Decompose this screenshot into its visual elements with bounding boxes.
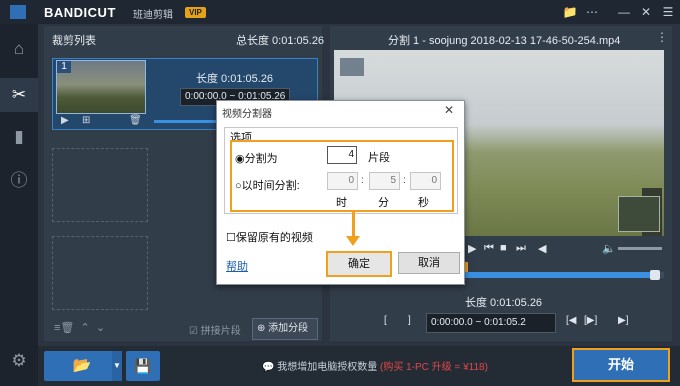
notice-text: 我想增加电脑授权数量 bbox=[277, 362, 378, 373]
empty-clip-slot bbox=[52, 148, 148, 222]
time-separator: : bbox=[361, 175, 364, 186]
preview-range-text: 0:00:00.0 ~ 0:01:05.2 bbox=[431, 317, 526, 328]
jump-end-alt-button[interactable]: ▶] bbox=[618, 315, 628, 326]
cancel-button[interactable]: 取消 bbox=[398, 252, 460, 274]
open-dropdown-button[interactable]: ▼ bbox=[112, 351, 122, 381]
split-count-input[interactable]: 4 bbox=[327, 146, 357, 164]
checkbox-icon: ☐ bbox=[226, 232, 236, 244]
list-controls[interactable]: ≡🗑 ⌃ ⌄ bbox=[54, 321, 105, 334]
plus-icon: ⊕ bbox=[257, 323, 266, 334]
set-end-button[interactable]: ] bbox=[408, 315, 411, 326]
annotation-arrow-head bbox=[346, 236, 360, 246]
folder-icon[interactable]: 📁 bbox=[561, 3, 579, 21]
gear-icon[interactable]: ⚙ bbox=[0, 344, 38, 378]
clip-index: 1 bbox=[57, 61, 71, 73]
chat-icon: 💬 bbox=[262, 362, 275, 373]
home-icon[interactable]: ⌂ bbox=[0, 32, 38, 66]
preview-duration: 长度 0:01:05.26 bbox=[465, 297, 543, 309]
minimize-icon[interactable]: — bbox=[615, 3, 633, 21]
prev-frame-icon[interactable]: ⏮ bbox=[484, 242, 494, 255]
hours-label: 时 bbox=[336, 197, 347, 209]
next-frame-icon[interactable]: ⏭ bbox=[516, 242, 526, 255]
minutes-label: 分 bbox=[378, 197, 389, 209]
jump-end-button[interactable]: [▶] bbox=[584, 315, 597, 326]
merge-segments-toggle[interactable]: ☑ 拼接片段 bbox=[189, 322, 241, 337]
volume-icon[interactable]: 🔈 bbox=[602, 242, 616, 255]
minutes-input[interactable]: 5 bbox=[369, 172, 400, 190]
preview-range-field[interactable]: 0:00:00.0 ~ 0:01:05.2 bbox=[426, 313, 556, 333]
rewind-icon[interactable]: ◀ bbox=[538, 242, 546, 255]
close-icon[interactable]: ✕ bbox=[637, 3, 655, 21]
split-by-time-label: 以时间分割: bbox=[241, 180, 300, 192]
merge-label: 拼接片段 bbox=[200, 326, 241, 337]
time-separator: : bbox=[403, 175, 406, 186]
seconds-input[interactable]: 0 bbox=[410, 172, 441, 190]
open-folder-icon: 📂 bbox=[72, 357, 92, 374]
windows-icon[interactable]: ⊞ bbox=[82, 115, 90, 126]
play-icon[interactable]: ▶ bbox=[61, 115, 69, 126]
radio-empty-icon: ○ bbox=[235, 180, 242, 192]
app-subtitle: 班迪剪辑 bbox=[133, 10, 173, 21]
dialog-close-icon[interactable]: ✕ bbox=[444, 103, 454, 117]
timeline-end-handle[interactable] bbox=[650, 270, 660, 280]
save-button[interactable]: 💾 bbox=[126, 351, 160, 381]
annotation-arrow bbox=[352, 210, 355, 238]
app-icon bbox=[10, 5, 26, 19]
dialog-title: 视频分割器 bbox=[222, 109, 272, 120]
set-start-button[interactable]: [ bbox=[384, 315, 387, 326]
keep-original-label: 保留原有的视频 bbox=[235, 232, 313, 244]
add-segment-label: 添加分段 bbox=[268, 323, 309, 334]
trash-icon[interactable]: 🗑 bbox=[129, 115, 142, 126]
help-link[interactable]: 帮助 bbox=[226, 258, 248, 274]
preview-filename: 分割 1 - soojung 2018-02-13 17-46-50-254.m… bbox=[388, 35, 621, 47]
split-count-unit: 片段 bbox=[368, 152, 390, 164]
cut-list-title: 裁剪列表 bbox=[52, 35, 96, 47]
empty-clip-slot bbox=[52, 236, 148, 310]
merge-icon[interactable]: ▮ bbox=[0, 120, 38, 154]
total-duration: 总长度 0:01:05.26 bbox=[236, 35, 325, 47]
split-by-count-radio[interactable]: ◉分割为 bbox=[235, 150, 278, 166]
info-icon[interactable]: ⓘ bbox=[0, 164, 38, 198]
cut-icon[interactable]: ✂ bbox=[0, 78, 38, 112]
save-icon: 💾 bbox=[134, 358, 152, 374]
stop-icon[interactable]: ■ bbox=[500, 242, 507, 254]
volume-slider[interactable] bbox=[618, 247, 662, 250]
jump-start-button[interactable]: [◀ bbox=[566, 315, 576, 326]
more-icon[interactable]: ⋮ bbox=[656, 30, 668, 44]
hours-input[interactable]: 0 bbox=[327, 172, 358, 190]
timeline-selection bbox=[464, 272, 656, 278]
split-by-count-label: 分割为 bbox=[244, 153, 278, 165]
add-segment-button[interactable]: ⊕ 添加分段 bbox=[252, 318, 318, 340]
vip-badge: VIP bbox=[185, 7, 206, 18]
start-button[interactable]: 开始 bbox=[572, 348, 670, 382]
hamburger-menu-icon[interactable]: ☰ bbox=[659, 3, 677, 21]
seconds-label: 秒 bbox=[418, 197, 429, 209]
split-by-time-radio[interactable]: ○以时间分割: bbox=[235, 177, 300, 193]
open-file-button[interactable]: 📂 bbox=[44, 351, 120, 381]
notice-price: (购买 1-PC 升级 = ¥118) bbox=[380, 362, 488, 373]
ok-button[interactable]: 确定 bbox=[326, 251, 392, 277]
keep-original-checkbox[interactable]: ☐保留原有的视频 bbox=[226, 229, 313, 245]
radio-selected-icon: ◉ bbox=[235, 153, 245, 165]
app-logo: BANDICUT bbox=[44, 5, 116, 20]
settings-menu-icon[interactable]: ⋯ bbox=[583, 3, 601, 21]
video-minimap bbox=[618, 196, 660, 232]
clip-duration: 长度 0:01:05.26 bbox=[196, 73, 274, 85]
play-icon[interactable]: ▶ bbox=[468, 242, 476, 255]
license-notice[interactable]: 💬 我想增加电脑授权数量 (购买 1-PC 升级 = ¥118) bbox=[262, 358, 488, 373]
video-hud-overlay bbox=[340, 58, 364, 76]
